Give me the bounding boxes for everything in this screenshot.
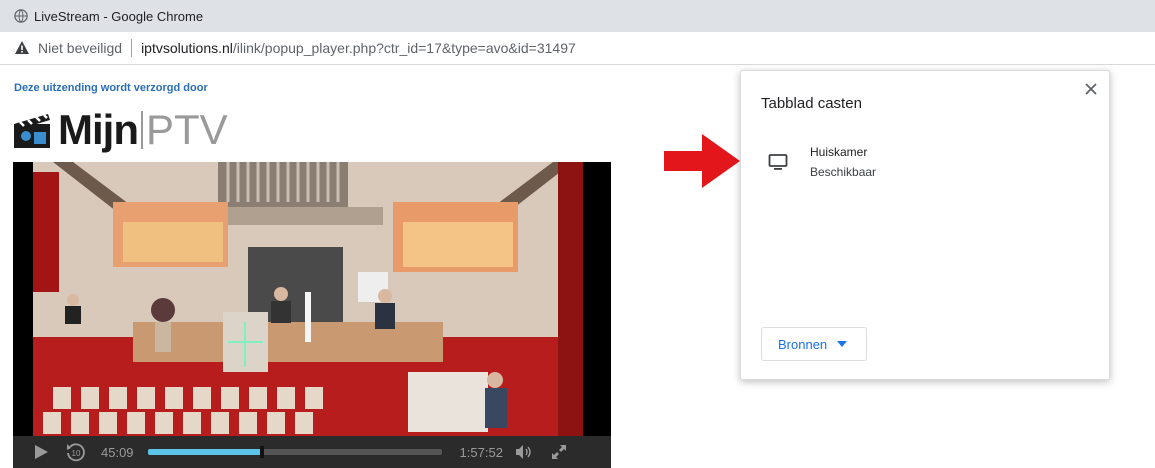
tv-icon — [768, 154, 788, 170]
clapperboard-icon — [14, 114, 50, 148]
play-icon[interactable] — [33, 444, 49, 460]
progress-fill — [147, 449, 261, 455]
address-divider — [131, 39, 133, 57]
video-player[interactable]: 10 45:09 1:57:52 — [13, 162, 611, 468]
device-name: Huiskamer — [810, 145, 868, 159]
caret-down-icon — [837, 341, 848, 347]
window-title: LiveStream - Google Chrome — [34, 8, 204, 24]
warning-icon[interactable] — [14, 40, 30, 56]
logo-text-light: PTV — [145, 106, 228, 153]
rewind-seconds-label: 10 — [72, 449, 81, 458]
window-titlebar: LiveStream - Google Chrome — [0, 0, 1155, 32]
elapsed-time: 45:09 — [101, 444, 134, 460]
player-controls: 10 45:09 1:57:52 — [13, 436, 611, 468]
url-host: iptvsolutions.nl — [141, 40, 233, 56]
rewind-10-icon[interactable]: 10 — [65, 441, 87, 463]
close-icon[interactable] — [1083, 81, 1099, 97]
sponsor-text: Deze uitzending wordt verzorgd door — [14, 82, 208, 94]
sources-label: Bronnen — [778, 336, 828, 352]
fullscreen-icon[interactable] — [551, 444, 567, 460]
progress-handle[interactable] — [259, 446, 264, 458]
volume-icon[interactable] — [515, 444, 533, 460]
device-status: Beschikbaar — [810, 165, 877, 179]
url-text[interactable]: iptvsolutions.nl/ilink/popup_player.php?… — [141, 40, 576, 56]
cast-dialog-title: Tabblad casten — [761, 95, 862, 112]
duration-time: 1:57:52 — [459, 444, 503, 460]
red-arrow-annotation — [664, 134, 740, 188]
mijniptv-logo: Mijn PTV — [12, 104, 228, 156]
sources-dropdown-button[interactable]: Bronnen — [761, 327, 867, 361]
security-status-label[interactable]: Niet beveiligd — [38, 40, 122, 56]
globe-icon — [14, 9, 28, 23]
progress-bar[interactable] — [147, 446, 442, 458]
cast-device-item[interactable]: Huiskamer Beschikbaar — [741, 141, 1109, 189]
video-frame[interactable] — [13, 162, 611, 436]
cast-dialog: Tabblad casten Huiskamer Beschikbaar Bro… — [740, 70, 1110, 380]
logo-bar — [140, 111, 143, 149]
logo-text-bold: Mijn — [58, 106, 139, 153]
address-bar[interactable]: Niet beveiligd iptvsolutions.nl/ilink/po… — [0, 32, 1155, 65]
url-path: /ilink/popup_player.php?ctr_id=17&type=a… — [232, 40, 576, 56]
